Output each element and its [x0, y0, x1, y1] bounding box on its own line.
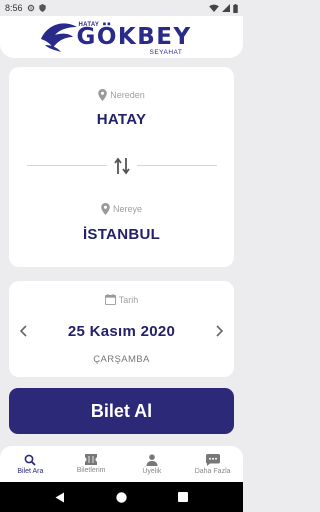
- to-label: Nereye: [112, 204, 142, 214]
- from-label-row: Nereden: [9, 89, 234, 101]
- gokbey-logo: HATAY GÖKBEY SEYAHAT: [37, 17, 207, 57]
- next-date-button[interactable]: [214, 323, 226, 339]
- recents-icon[interactable]: [177, 492, 188, 502]
- date-label: Tarih: [118, 294, 139, 305]
- logo-main-text: GÖKBEY: [76, 24, 192, 50]
- date-label-row: Tarih: [9, 294, 234, 305]
- from-label: Nereden: [110, 90, 145, 100]
- location-pin-icon: [98, 89, 108, 101]
- to-city[interactable]: İSTANBUL: [9, 226, 234, 243]
- nav-item-search[interactable]: Bilet Ara: [0, 446, 61, 482]
- status-bar: 8:56: [0, 0, 243, 16]
- system-navigation-bar: [0, 482, 243, 512]
- search-icon: [24, 454, 37, 466]
- nav-item-more[interactable]: Daha Fazla: [182, 446, 243, 482]
- date-selector: 25 Kasım 2020: [9, 321, 234, 341]
- more-icon: [205, 453, 220, 466]
- calendar-icon: [104, 294, 116, 305]
- person-icon: [146, 453, 158, 466]
- back-icon[interactable]: [55, 492, 65, 503]
- location-pin-icon: [101, 203, 110, 215]
- gear-icon: [27, 4, 34, 12]
- selected-day: ÇARŞAMBA: [93, 354, 150, 365]
- chevron-left-icon: [19, 325, 27, 337]
- from-city[interactable]: HATAY: [9, 111, 234, 128]
- divider-left: [27, 165, 107, 166]
- battery-icon: [233, 3, 238, 13]
- nav-label-search: Bilet Ara: [17, 467, 44, 475]
- logo-sub-text: SEYAHAT: [149, 49, 183, 56]
- swap-button[interactable]: [112, 155, 132, 177]
- buy-ticket-button[interactable]: Bilet Al: [9, 388, 234, 434]
- chevron-right-icon: [216, 325, 224, 337]
- bird-logo-icon: [40, 23, 77, 52]
- to-label-row: Nereye: [9, 203, 234, 215]
- signal-icon: [222, 4, 230, 12]
- bottom-navigation: Bilet Ara Biletlerim Üyelik Daha Fazla: [0, 446, 243, 482]
- nav-label-more: Daha Fazla: [194, 467, 231, 475]
- nav-item-tickets[interactable]: Biletlerim: [61, 446, 122, 482]
- divider-right: [137, 165, 217, 166]
- app-header: HATAY GÖKBEY SEYAHAT: [0, 16, 243, 58]
- nav-item-membership[interactable]: Üyelik: [122, 446, 183, 482]
- status-time: 8:56: [5, 3, 23, 13]
- nav-label-membership: Üyelik: [142, 467, 162, 475]
- home-icon[interactable]: [116, 491, 127, 503]
- previous-date-button[interactable]: [17, 323, 29, 339]
- shield-icon: [38, 4, 46, 12]
- swap-vertical-icon: [114, 157, 130, 175]
- date-card: Tarih 25 Kasım 2020 ÇARŞAMBA: [9, 281, 234, 377]
- selected-date[interactable]: 25 Kasım 2020: [68, 323, 175, 340]
- nav-label-tickets: Biletlerim: [76, 467, 106, 474]
- wifi-icon: [209, 4, 219, 12]
- route-card: Nereden HATAY Nereye İSTANBUL: [9, 67, 234, 267]
- ticket-icon: [85, 454, 98, 465]
